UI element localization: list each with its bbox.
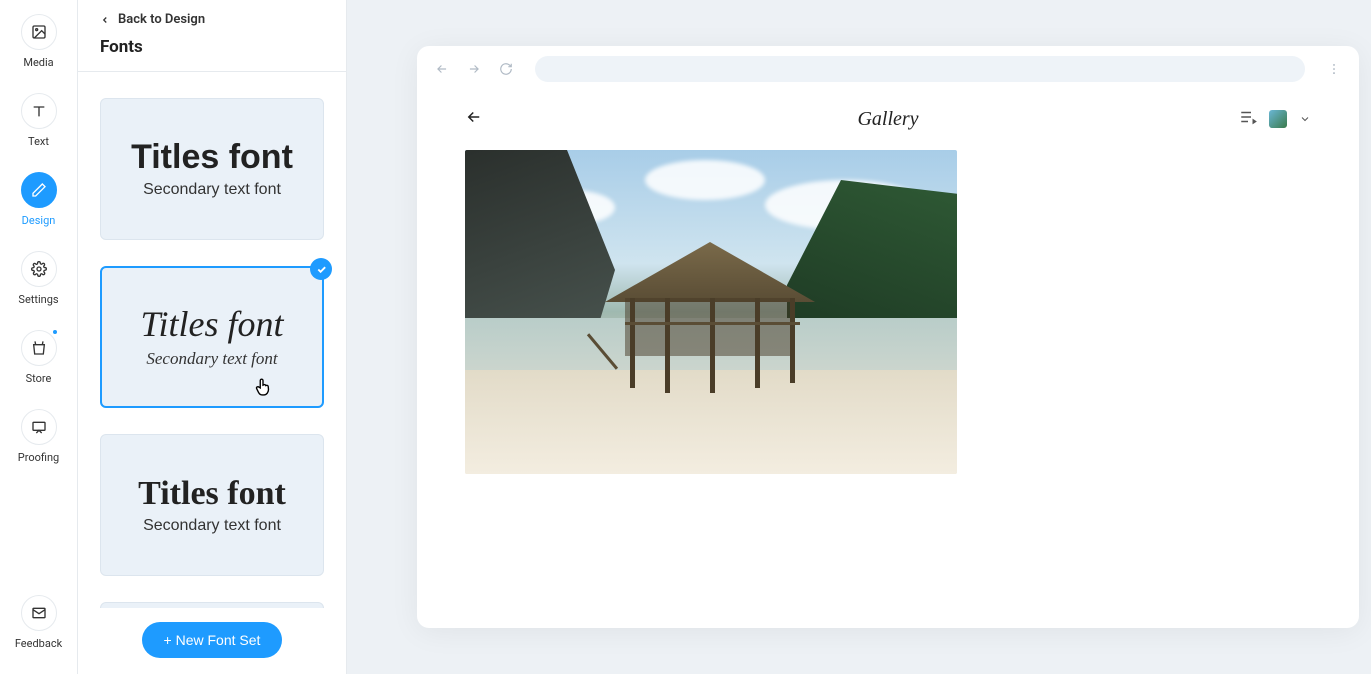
rail-item-text[interactable]: Text xyxy=(0,93,77,148)
rail-label-text: Text xyxy=(28,135,49,148)
font-card-2[interactable]: Titles font Secondary text font xyxy=(100,266,324,408)
site-header: Gallery xyxy=(417,92,1359,146)
font-card-1[interactable]: Titles font Secondary text font xyxy=(100,98,324,240)
rail-item-settings[interactable]: Settings xyxy=(0,251,77,306)
rail-item-feedback[interactable]: Feedback xyxy=(0,595,77,650)
left-icon-rail: Media Text Design Settings Store xyxy=(0,0,78,674)
rail-item-media[interactable]: Media xyxy=(0,14,77,69)
chevron-down-icon[interactable] xyxy=(1299,110,1311,129)
rail-item-design[interactable]: Design xyxy=(0,172,77,227)
font-card-title: Titles font xyxy=(138,475,286,512)
browser-bar xyxy=(417,46,1359,92)
check-badge-icon xyxy=(310,258,332,280)
playlist-icon[interactable] xyxy=(1239,108,1257,130)
rail-label-feedback: Feedback xyxy=(15,637,62,650)
rail-label-proofing: Proofing xyxy=(18,451,59,464)
font-card-title: Titles font xyxy=(131,139,293,176)
back-to-design-link[interactable]: Back to Design xyxy=(100,12,324,27)
proofing-icon xyxy=(21,409,57,445)
notification-dot xyxy=(51,328,59,336)
browser-more-button[interactable] xyxy=(1323,58,1345,80)
browser-back-button[interactable] xyxy=(431,58,453,80)
rail-item-store[interactable]: Store xyxy=(0,330,77,385)
panel-header: Back to Design Fonts xyxy=(78,0,346,72)
bag-icon xyxy=(21,330,57,366)
preview-canvas: Gallery xyxy=(347,0,1371,674)
browser-reload-button[interactable] xyxy=(495,58,517,80)
new-font-set-button[interactable]: + New Font Set xyxy=(142,622,283,658)
gallery-body xyxy=(417,146,1359,628)
panel-footer: + New Font Set xyxy=(78,608,346,674)
fonts-panel: Back to Design Fonts Titles font Seconda… xyxy=(78,0,347,674)
font-card-3[interactable]: Titles font Secondary text font xyxy=(100,434,324,576)
cursor-pointer-icon xyxy=(252,376,274,398)
font-card-4-partial[interactable] xyxy=(100,602,324,608)
font-card-sub: Secondary text font xyxy=(143,517,281,535)
envelope-icon xyxy=(21,595,57,631)
browser-forward-button[interactable] xyxy=(463,58,485,80)
rail-label-settings: Settings xyxy=(18,293,58,306)
preview-window: Gallery xyxy=(417,46,1359,628)
font-card-title: Titles font xyxy=(140,305,283,345)
rail-label-media: Media xyxy=(23,56,53,69)
site-back-button[interactable] xyxy=(465,108,483,130)
gear-icon xyxy=(21,251,57,287)
gallery-image[interactable] xyxy=(465,150,957,474)
image-icon xyxy=(21,14,57,50)
text-icon xyxy=(21,93,57,129)
font-list[interactable]: Titles font Secondary text font Titles f… xyxy=(78,72,346,608)
panel-title: Fonts xyxy=(100,37,324,57)
browser-url-bar[interactable] xyxy=(535,56,1305,82)
rail-label-store: Store xyxy=(26,372,52,385)
font-card-sub: Secondary text font xyxy=(143,181,281,199)
avatar[interactable] xyxy=(1269,110,1287,128)
rail-item-proofing[interactable]: Proofing xyxy=(0,409,77,464)
site-page-title: Gallery xyxy=(857,108,918,131)
font-card-sub: Secondary text font xyxy=(146,349,277,369)
rail-label-design: Design xyxy=(22,214,56,227)
site-header-right xyxy=(1239,108,1311,130)
pencil-icon xyxy=(21,172,57,208)
chevron-left-icon xyxy=(100,15,110,25)
back-link-label: Back to Design xyxy=(118,12,205,27)
